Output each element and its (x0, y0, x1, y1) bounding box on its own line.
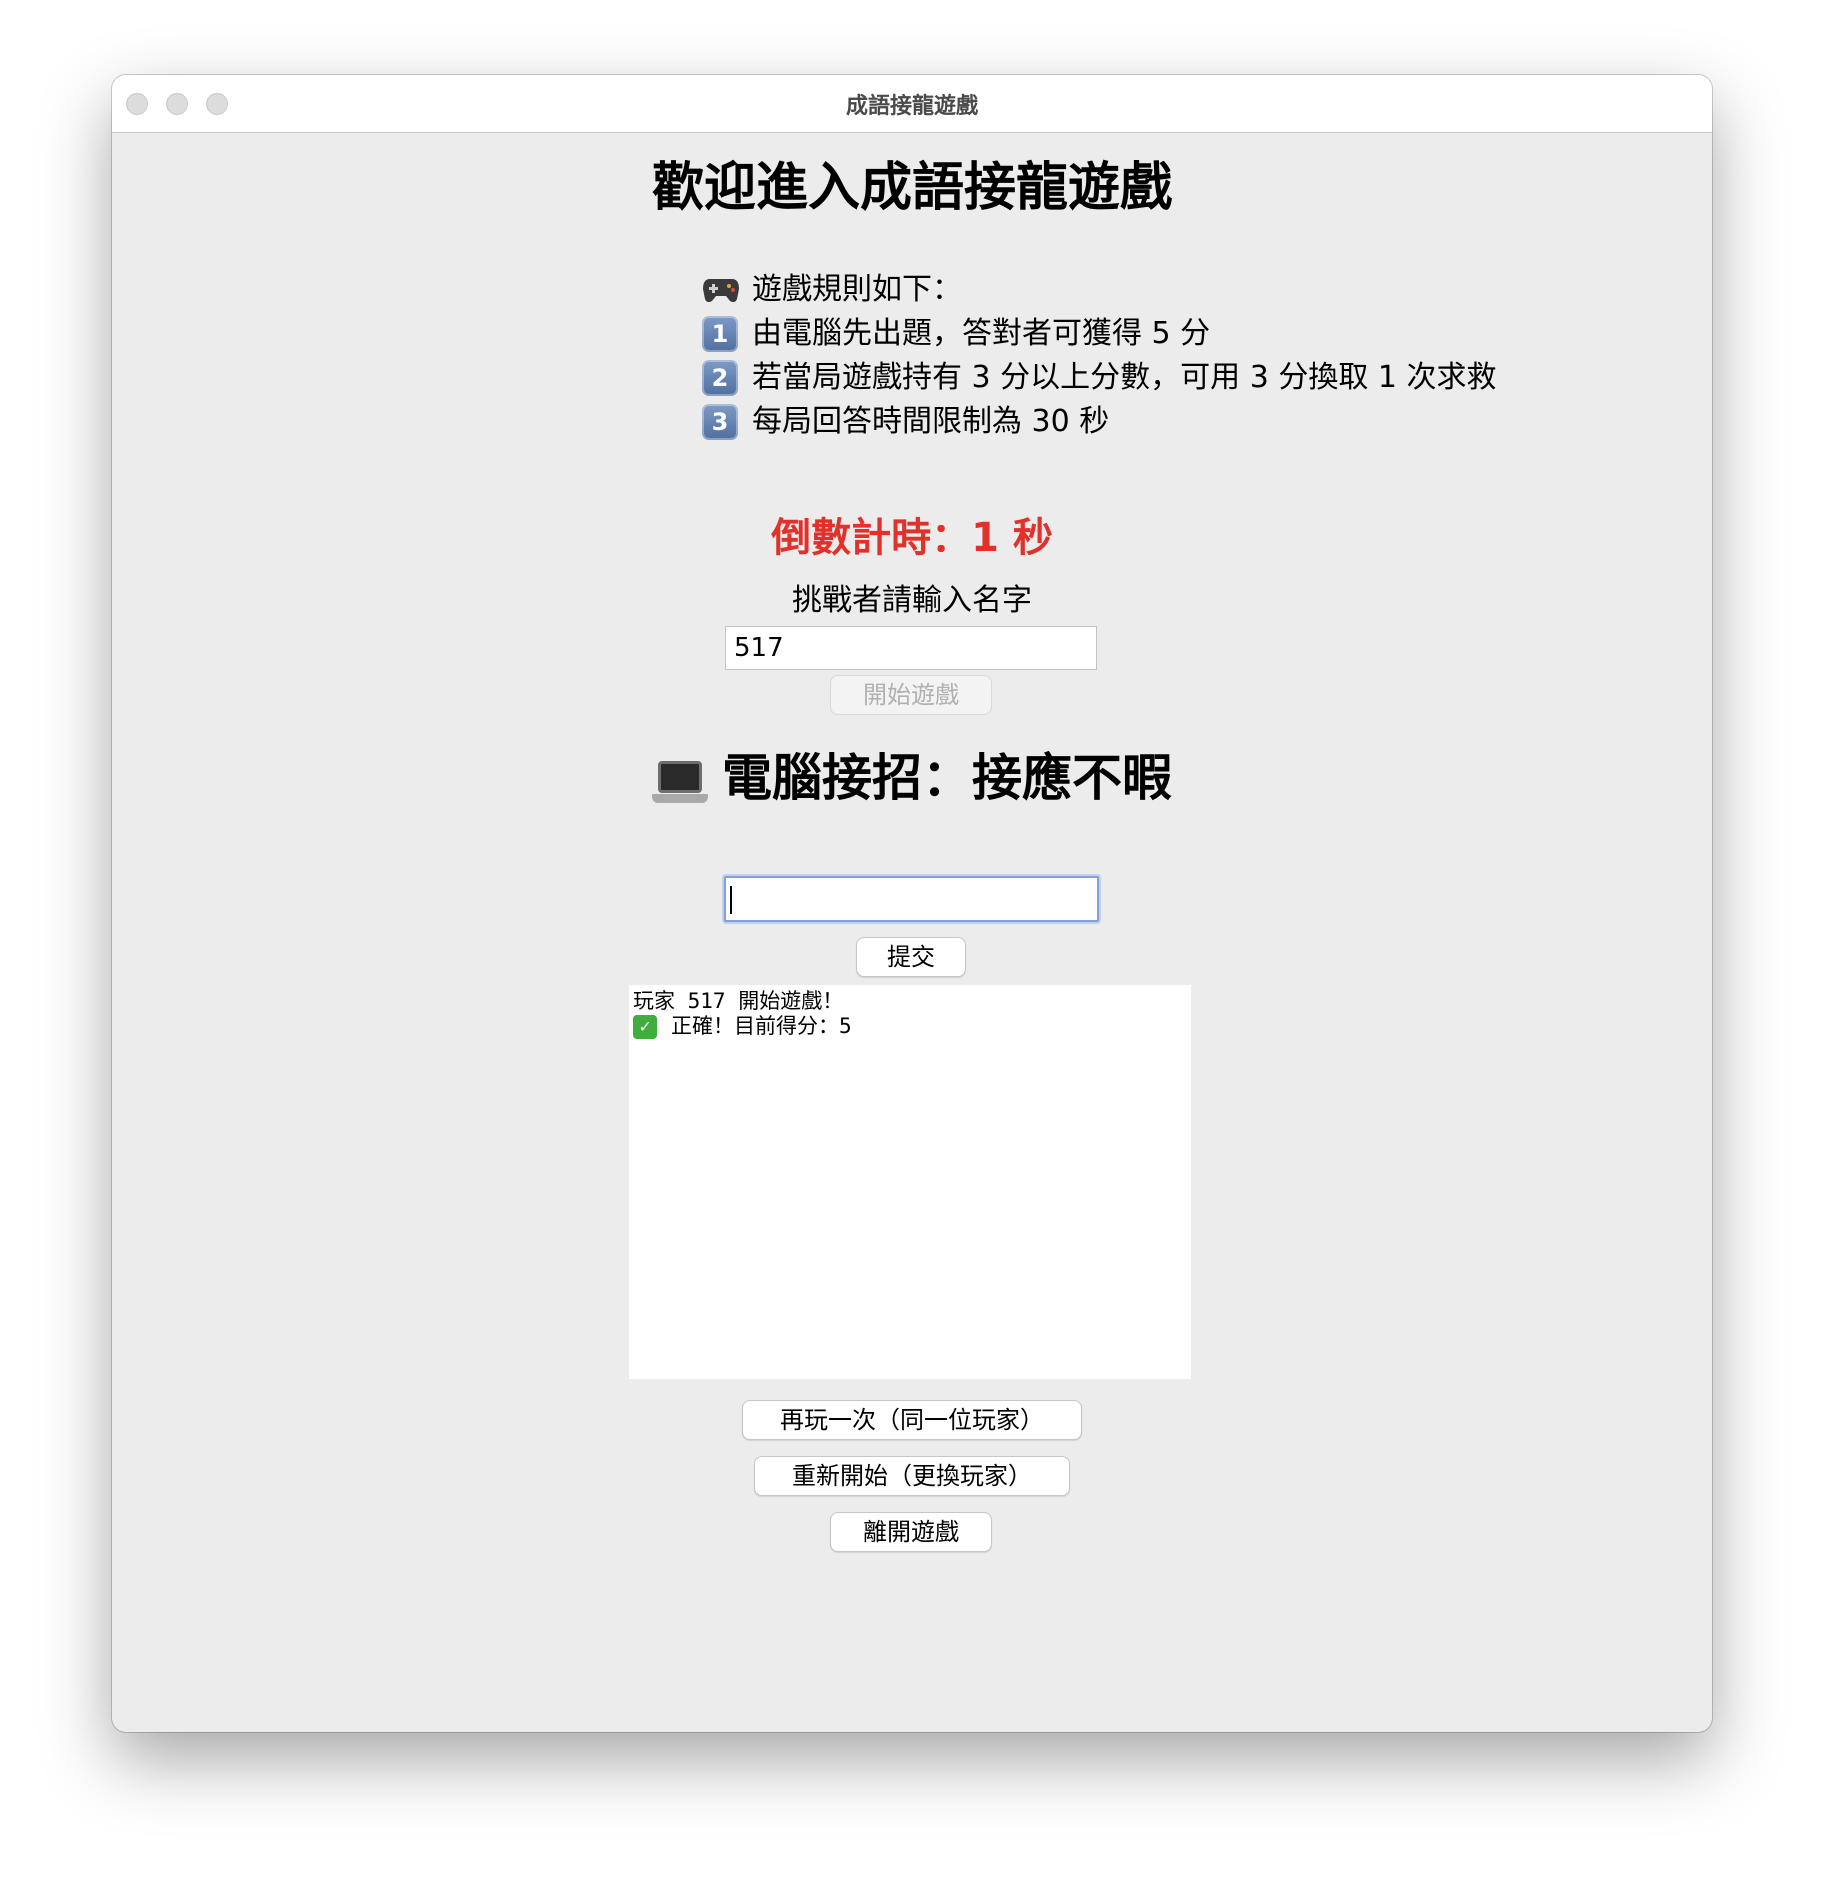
laptop-icon (652, 759, 708, 805)
answer-input[interactable] (724, 876, 1099, 922)
rule-text: 每局回答時間限制為 30 秒 (752, 404, 1110, 439)
game-controller-icon (702, 271, 740, 309)
keycap-1-icon: 1 (702, 316, 738, 352)
keycap-3-icon: 3 (702, 404, 738, 440)
text-cursor (730, 886, 732, 914)
app-window: 成語接龍遊戲 歡迎進入成語接龍遊戲 遊戲規則如下： 1 由電腦先出題，答對者可獲… (112, 75, 1712, 1732)
main-content: 歡迎進入成語接龍遊戲 遊戲規則如下： 1 由電腦先出題，答對者可獲得 5 分 2… (112, 133, 1712, 1732)
computer-move-text: 電腦接招：接應不暇 (722, 749, 1172, 807)
computer-move: 電腦接招：接應不暇 (112, 738, 1712, 810)
replay-same-player-button[interactable]: 再玩一次（同一位玩家） (742, 1400, 1082, 1440)
rule-text: 若當局遊戲持有 3 分以上分數，可用 3 分換取 1 次求救 (752, 360, 1497, 395)
check-icon: ✓ (633, 1014, 657, 1039)
rules-block: 遊戲規則如下： 1 由電腦先出題，答對者可獲得 5 分 2 若當局遊戲持有 3 … (702, 268, 1496, 444)
rule-item: 1 由電腦先出題，答對者可獲得 5 分 (702, 312, 1496, 356)
restart-change-player-button[interactable]: 重新開始（更換玩家） (754, 1456, 1070, 1496)
rule-item: 2 若當局遊戲持有 3 分以上分數，可用 3 分換取 1 次求救 (702, 356, 1496, 400)
game-log[interactable]: 玩家 517 開始遊戲！ ✓ 正確！目前得分：5 (629, 985, 1191, 1379)
exit-game-button[interactable]: 離開遊戲 (830, 1512, 992, 1552)
window-title: 成語接龍遊戲 (845, 94, 978, 119)
name-prompt: 挑戰者請輸入名字 (792, 583, 1032, 618)
countdown-timer: 倒數計時：1 秒 (771, 515, 1053, 561)
keycap-2-icon: 2 (702, 360, 738, 396)
submit-button[interactable]: 提交 (856, 937, 966, 977)
player-name-input[interactable] (725, 626, 1097, 670)
log-line-text: 玩家 517 開始遊戲！ (633, 989, 844, 1013)
log-line-text: 正確！目前得分：5 (671, 1014, 852, 1038)
rule-text: 由電腦先出題，答對者可獲得 5 分 (752, 316, 1211, 351)
start-game-button[interactable]: 開始遊戲 (830, 675, 992, 715)
rules-intro-text: 遊戲規則如下： (752, 272, 962, 307)
log-line: 玩家 517 開始遊戲！ (633, 989, 1187, 1014)
rules-intro: 遊戲規則如下： (702, 268, 1496, 312)
rule-item: 3 每局回答時間限制為 30 秒 (702, 400, 1496, 444)
page-title: 歡迎進入成語接龍遊戲 (651, 158, 1172, 218)
log-line: ✓ 正確！目前得分：5 (633, 1014, 1187, 1039)
title-bar: 成語接龍遊戲 (112, 75, 1712, 133)
